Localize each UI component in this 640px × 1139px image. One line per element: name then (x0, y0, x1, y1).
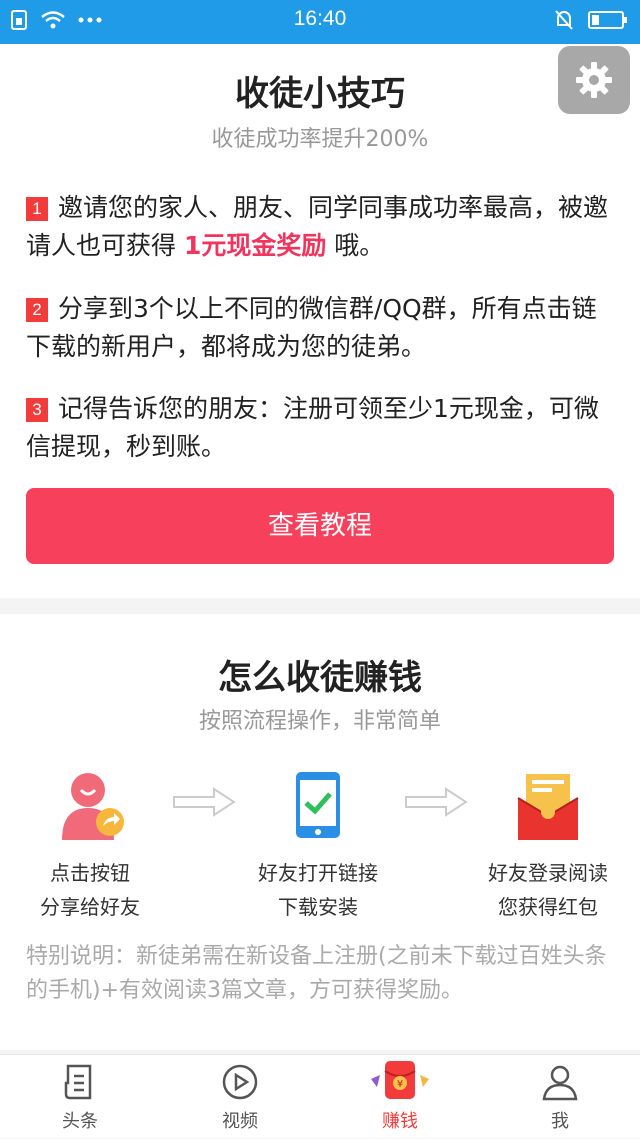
tab-news[interactable]: 头条 (0, 1055, 160, 1139)
mute-bell-icon (555, 10, 573, 30)
tab-label: 我 (551, 1111, 569, 1132)
tip-1: 1 邀请您的家人、朋友、同学同事成功率最高，被邀请人也可获得 1元现金奖励 哦。 (26, 189, 616, 265)
tips-title: 收徒小技巧 (235, 74, 405, 114)
svg-text:¥: ¥ (397, 1079, 403, 1090)
earn-subtitle: 按照流程操作，非常简单 (198, 709, 441, 734)
earn-title: 怎么收徒赚钱 (218, 658, 422, 698)
tab-label: 头条 (62, 1111, 98, 1132)
red-envelope-icon (517, 774, 579, 840)
step-share: 点击按钮 分享给好友 (0, 768, 180, 924)
tab-video[interactable]: 视频 (160, 1055, 320, 1139)
step-label: 好友打开链接 (258, 861, 378, 885)
settings-button[interactable] (558, 46, 630, 114)
bottom-tabbar: 头条 视频 ¥ 赚钱 我 (0, 1054, 640, 1138)
tab-label: 赚钱 (382, 1111, 418, 1132)
step-label: 点击按钮 (50, 861, 130, 885)
step-label: 好友登录阅读 (488, 861, 608, 885)
gear-icon (576, 62, 612, 98)
tab-me[interactable]: 我 (480, 1055, 640, 1139)
profile-icon (542, 1065, 578, 1101)
arrow-right-icon (173, 787, 236, 817)
status-bar: 16:40 (0, 0, 640, 44)
tip-text-end: 哦。 (326, 231, 385, 260)
tab-label: 视频 (222, 1111, 258, 1132)
step-label: 分享给好友 (40, 895, 140, 919)
battery-icon (588, 11, 627, 29)
news-icon (64, 1064, 92, 1100)
tip-2: 2 分享到3个以上不同的微信群/QQ群，所有点击链下载的新用户，都将成为您的徒弟。 (26, 290, 616, 366)
view-tutorial-button[interactable]: 查看教程 (26, 488, 614, 564)
step-label: 下载安装 (278, 895, 358, 919)
tip-number: 3 (26, 398, 48, 422)
step-download: 好友打开链接 下载安装 (228, 768, 408, 924)
tip-highlight: 1元现金奖励 (183, 231, 327, 260)
status-bar-right (554, 9, 628, 31)
tip-number: 2 (26, 298, 48, 322)
special-note: 特别说明：新徒弟需在新设备上注册(之前未下载过百姓头条的手机)+有效阅读3篇文章… (26, 944, 607, 1003)
tab-earn[interactable]: ¥ 赚钱 (320, 1055, 480, 1139)
tip-number: 1 (26, 197, 48, 221)
tip-3: 3 记得告诉您的朋友：注册可领至少1元现金，可微信提现，秒到账。 (26, 390, 616, 466)
money-envelope-icon: ¥ (371, 1061, 429, 1099)
status-time: 16:40 (293, 7, 347, 30)
tips-subtitle: 收徒成功率提升200% (211, 127, 429, 152)
step-reward: 好友登录阅读 您获得红包 (458, 768, 638, 924)
share-user-icon (62, 773, 124, 840)
tip-text: 记得告诉您的朋友：注册可领至少1元现金，可微信提现，秒到账。 (26, 394, 599, 461)
step-label: 您获得红包 (498, 895, 598, 919)
tip-text: 分享到3个以上不同的微信群/QQ群，所有点击链下载的新用户，都将成为您的徒弟。 (26, 294, 597, 361)
phone-check-icon (296, 772, 340, 838)
video-icon (222, 1064, 258, 1100)
